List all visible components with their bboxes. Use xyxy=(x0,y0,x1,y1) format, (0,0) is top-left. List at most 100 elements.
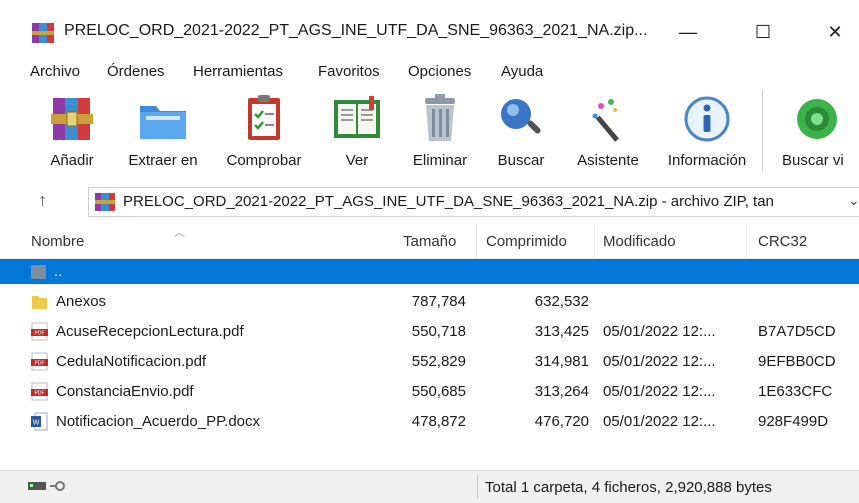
file-size: 550,685 xyxy=(411,383,466,400)
svg-text:PDF: PDF xyxy=(35,361,45,367)
info-icon xyxy=(684,96,730,142)
menu-herramientas[interactable]: Herramientas xyxy=(193,63,283,80)
file-name: ConstanciaEnvio.pdf xyxy=(56,383,194,400)
up-arrow-icon[interactable]: ↑ xyxy=(38,190,47,211)
list-item[interactable]: Anexos 787,784 632,532 xyxy=(0,289,859,314)
trash-icon xyxy=(425,94,455,141)
path-combobox[interactable]: PRELOC_ORD_2021-2022_PT_AGS_INE_UTF_DA_S… xyxy=(88,187,859,217)
status-divider xyxy=(477,475,478,499)
column-packed-header[interactable]: Comprimido xyxy=(486,233,567,250)
pdf-file-icon: PDF xyxy=(31,352,48,371)
sort-ascending-icon: ︿ xyxy=(174,227,185,239)
minimize-button[interactable]: — xyxy=(665,16,711,48)
file-packed: 632,532 xyxy=(534,293,589,310)
column-name-header[interactable]: Nombre xyxy=(31,233,84,250)
file-name: AcuseRecepcionLectura.pdf xyxy=(56,323,244,340)
view-button[interactable]: Ver xyxy=(325,86,389,178)
file-packed: 314,981 xyxy=(534,353,589,370)
list-item[interactable]: PDF CedulaNotificacion.pdf 552,829 314,9… xyxy=(0,349,859,374)
pdf-file-icon: PDF xyxy=(31,382,48,401)
wizard-button[interactable]: Asistente xyxy=(566,86,650,178)
extract-button[interactable]: Extraer en xyxy=(118,86,208,178)
status-summary: Total 1 carpeta, 4 ficheros, 2,920,888 b… xyxy=(485,479,772,496)
menu-opciones[interactable]: Opciones xyxy=(408,63,471,80)
virus-scan-button[interactable]: Buscar vi xyxy=(774,86,859,178)
delete-label: Eliminar xyxy=(412,152,468,169)
menu-favoritos[interactable]: Favoritos xyxy=(318,63,380,80)
column-divider[interactable] xyxy=(594,224,595,258)
info-label: Información xyxy=(667,152,747,169)
pdf-file-icon: PDF xyxy=(31,322,48,341)
address-bar: ↑ PRELOC_ORD_2021-2022_PT_AGS_INE_UTF_DA… xyxy=(0,184,859,220)
close-button[interactable]: ✕ xyxy=(812,16,858,48)
file-crc: 9EFBB0CD xyxy=(758,353,836,370)
menu-ordenes[interactable]: Órdenes xyxy=(107,63,165,80)
column-modified-header[interactable]: Modificado xyxy=(603,233,676,250)
test-clipboard-icon xyxy=(248,95,280,140)
toolbar: Añadir Extraer en Comprobar Ver Eliminar… xyxy=(0,86,859,182)
maximize-button[interactable]: ☐ xyxy=(740,16,786,48)
menu-archivo[interactable]: Archivo xyxy=(30,63,80,80)
file-packed: 313,425 xyxy=(534,323,589,340)
add-button[interactable]: Añadir xyxy=(40,86,104,178)
column-divider[interactable] xyxy=(476,224,477,258)
svg-text:PDF: PDF xyxy=(35,391,45,397)
list-item[interactable]: W Notificacion_Acuerdo_PP.docx 478,872 4… xyxy=(0,409,859,434)
list-item[interactable]: PDF ConstanciaEnvio.pdf 550,685 313,264 … xyxy=(0,379,859,404)
word-file-icon: W xyxy=(31,412,48,431)
status-bar: Total 1 carpeta, 4 ficheros, 2,920,888 b… xyxy=(0,470,859,503)
virus-scan-label: Buscar vi xyxy=(782,152,844,169)
view-book-icon xyxy=(334,96,380,138)
test-button[interactable]: Comprobar xyxy=(214,86,314,178)
wizard-wand-icon xyxy=(592,99,619,142)
archive-path: PRELOC_ORD_2021-2022_PT_AGS_INE_UTF_DA_S… xyxy=(123,193,774,210)
column-divider[interactable] xyxy=(746,224,747,258)
file-size: 552,829 xyxy=(411,353,466,370)
file-modified: 05/01/2022 12:... xyxy=(603,413,716,430)
file-name: .. xyxy=(54,263,63,280)
svg-text:W: W xyxy=(33,420,40,427)
file-name: Notificacion_Acuerdo_PP.docx xyxy=(56,413,261,430)
file-size: 550,718 xyxy=(411,323,466,340)
svg-text:PDF: PDF xyxy=(35,331,45,337)
search-magnifier-icon xyxy=(501,99,541,134)
add-label: Añadir xyxy=(50,152,94,169)
test-label: Comprobar xyxy=(226,152,302,169)
view-label: Ver xyxy=(345,152,369,169)
file-crc: 1E633CFC xyxy=(758,383,833,400)
file-size: 478,872 xyxy=(411,413,466,430)
wizard-label: Asistente xyxy=(577,152,639,169)
file-modified: 05/01/2022 12:... xyxy=(603,383,716,400)
file-packed: 476,720 xyxy=(534,413,589,430)
extract-folder-icon xyxy=(140,106,186,139)
window-title: PRELOC_ORD_2021-2022_PT_AGS_INE_UTF_DA_S… xyxy=(64,22,648,39)
drive-key-icon[interactable] xyxy=(28,478,72,494)
parent-folder-icon xyxy=(31,265,46,279)
extract-label: Extraer en xyxy=(128,152,198,169)
menu-ayuda[interactable]: Ayuda xyxy=(501,63,543,80)
file-modified: 05/01/2022 12:... xyxy=(603,353,716,370)
column-crc-header[interactable]: CRC32 xyxy=(758,233,807,250)
find-label: Buscar xyxy=(497,152,545,169)
menu-bar: Archivo Órdenes Herramientas Favoritos O… xyxy=(0,60,859,84)
delete-button[interactable]: Eliminar xyxy=(400,86,480,178)
folder-icon xyxy=(32,296,47,309)
column-header-row: Nombre ︿ Tamaño Comprimido Modificado CR… xyxy=(0,224,859,259)
file-packed: 313,264 xyxy=(534,383,589,400)
find-button[interactable]: Buscar xyxy=(488,86,554,178)
winrar-archive-icon xyxy=(95,193,115,211)
add-archive-icon xyxy=(51,98,93,140)
info-button[interactable]: Información xyxy=(655,86,759,178)
file-name: Anexos xyxy=(56,293,107,310)
list-item[interactable]: PDF AcuseRecepcionLectura.pdf 550,718 31… xyxy=(0,319,859,344)
file-size: 787,784 xyxy=(411,293,466,310)
file-crc: 928F499D xyxy=(758,413,829,430)
chevron-down-icon[interactable]: ⌄ xyxy=(848,192,859,209)
title-bar: PRELOC_ORD_2021-2022_PT_AGS_INE_UTF_DA_S… xyxy=(0,0,859,58)
list-item[interactable]: .. xyxy=(0,259,859,284)
winrar-app-icon xyxy=(32,23,54,43)
column-size-header[interactable]: Tamaño xyxy=(403,233,456,250)
file-name: CedulaNotificacion.pdf xyxy=(56,353,207,370)
file-modified: 05/01/2022 12:... xyxy=(603,323,716,340)
file-crc: B7A7D5CD xyxy=(758,323,836,340)
